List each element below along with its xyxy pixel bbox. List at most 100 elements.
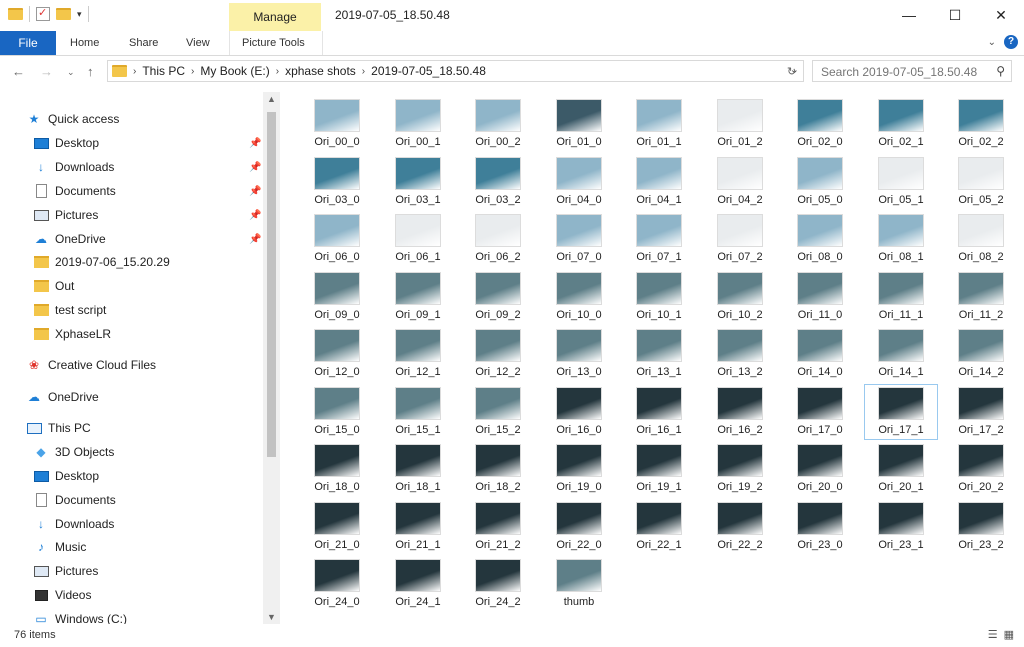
file-item[interactable]: Ori_02_2 xyxy=(944,96,1018,152)
sidebar-item-desktop[interactable]: Desktop xyxy=(33,132,99,154)
scrollbar-thumb[interactable] xyxy=(267,112,276,457)
file-item[interactable]: Ori_04_0 xyxy=(542,154,616,210)
search-input[interactable] xyxy=(819,62,993,82)
file-item[interactable]: Ori_09_0 xyxy=(300,269,374,325)
file-item[interactable]: Ori_02_0 xyxy=(783,96,857,152)
file-item[interactable]: Ori_17_2 xyxy=(944,384,1018,440)
back-arrow-icon[interactable]: ← xyxy=(12,64,25,79)
file-item[interactable]: Ori_19_1 xyxy=(622,441,696,497)
scroll-down-icon[interactable]: ▼ xyxy=(267,612,276,622)
search-box[interactable]: ⚲ xyxy=(812,60,1012,82)
file-item[interactable]: Ori_20_2 xyxy=(944,441,1018,497)
tab-home[interactable]: Home xyxy=(58,31,111,55)
sidebar-item-creative-cloud[interactable]: ❀ Creative Cloud Files xyxy=(26,354,156,376)
file-item[interactable]: Ori_14_2 xyxy=(944,326,1018,382)
file-item[interactable]: Ori_10_2 xyxy=(703,269,777,325)
file-item[interactable]: Ori_22_1 xyxy=(622,499,696,555)
file-item[interactable]: Ori_22_2 xyxy=(703,499,777,555)
file-item[interactable]: Ori_02_1 xyxy=(864,96,938,152)
large-icons-view-icon[interactable]: ▦ xyxy=(1004,628,1014,641)
file-item[interactable]: Ori_21_0 xyxy=(300,499,374,555)
breadcrumb-my-book[interactable]: My Book (E:) xyxy=(200,64,269,78)
file-item[interactable]: Ori_12_1 xyxy=(381,326,455,382)
sidebar-item-onedrive-quick[interactable]: ☁ OneDrive xyxy=(33,228,106,250)
close-button[interactable]: ✕ xyxy=(978,0,1024,31)
file-item[interactable]: Ori_04_1 xyxy=(622,154,696,210)
file-item[interactable]: Ori_09_1 xyxy=(381,269,455,325)
up-arrow-icon[interactable]: ↑ xyxy=(87,64,94,79)
file-item[interactable]: Ori_07_2 xyxy=(703,211,777,267)
file-item[interactable]: Ori_15_0 xyxy=(300,384,374,440)
file-item[interactable]: Ori_23_2 xyxy=(944,499,1018,555)
file-item[interactable]: Ori_20_0 xyxy=(783,441,857,497)
pin-icon[interactable]: 📌 xyxy=(249,138,261,149)
file-item[interactable]: Ori_10_1 xyxy=(622,269,696,325)
file-item[interactable]: Ori_04_2 xyxy=(703,154,777,210)
file-item[interactable]: Ori_08_0 xyxy=(783,211,857,267)
sidebar-item-downloads[interactable]: ↓ Downloads xyxy=(33,156,114,178)
file-item[interactable]: Ori_12_0 xyxy=(300,326,374,382)
breadcrumb-this-pc[interactable]: This PC xyxy=(142,64,185,78)
file-item[interactable]: Ori_10_0 xyxy=(542,269,616,325)
file-item[interactable]: Ori_06_2 xyxy=(461,211,535,267)
file-item[interactable]: Ori_08_1 xyxy=(864,211,938,267)
file-item[interactable]: Ori_01_2 xyxy=(703,96,777,152)
scroll-up-icon[interactable]: ▲ xyxy=(267,94,276,104)
sidebar-item-documents[interactable]: Documents xyxy=(33,180,116,202)
breadcrumb-chevron-icon[interactable]: › xyxy=(191,66,194,77)
file-item[interactable]: Ori_08_2 xyxy=(944,211,1018,267)
minimize-button[interactable]: — xyxy=(886,0,932,31)
sidebar-item-3d-objects[interactable]: ◆ 3D Objects xyxy=(33,441,114,463)
file-item[interactable]: Ori_17_1 xyxy=(864,384,938,440)
file-item[interactable]: Ori_16_0 xyxy=(542,384,616,440)
file-item[interactable]: Ori_01_1 xyxy=(622,96,696,152)
help-icon[interactable]: ? xyxy=(1004,35,1018,49)
file-item[interactable]: Ori_18_1 xyxy=(381,441,455,497)
tab-manage[interactable]: Manage xyxy=(229,3,321,31)
sidebar-item-folder-2019-07-06[interactable]: 2019-07-06_15.20.29 xyxy=(33,251,170,273)
sidebar-item-xphaselr[interactable]: XphaseLR xyxy=(33,323,111,345)
file-item[interactable]: Ori_23_0 xyxy=(783,499,857,555)
refresh-icon[interactable]: ↻ xyxy=(787,65,796,78)
file-item[interactable]: Ori_14_0 xyxy=(783,326,857,382)
sidebar-item-windows-c[interactable]: ▭ Windows (C:) xyxy=(33,608,127,624)
file-item[interactable]: Ori_17_0 xyxy=(783,384,857,440)
file-item[interactable]: Ori_01_0 xyxy=(542,96,616,152)
sidebar-item-pc-pictures[interactable]: Pictures xyxy=(33,560,98,582)
file-item[interactable]: Ori_21_1 xyxy=(381,499,455,555)
file-item[interactable]: Ori_11_2 xyxy=(944,269,1018,325)
sidebar-item-videos[interactable]: Videos xyxy=(33,584,91,606)
file-item[interactable]: Ori_20_1 xyxy=(864,441,938,497)
forward-arrow-icon[interactable]: → xyxy=(40,64,53,79)
file-item[interactable]: Ori_14_1 xyxy=(864,326,938,382)
file-item[interactable]: Ori_00_0 xyxy=(300,96,374,152)
file-item[interactable]: Ori_18_2 xyxy=(461,441,535,497)
breadcrumb-chevron-icon[interactable]: › xyxy=(362,66,365,77)
sidebar-item-pc-desktop[interactable]: Desktop xyxy=(33,465,99,487)
file-item[interactable]: Ori_05_0 xyxy=(783,154,857,210)
sidebar-item-test-script[interactable]: test script xyxy=(33,299,106,321)
file-item[interactable]: Ori_00_1 xyxy=(381,96,455,152)
file-item[interactable]: Ori_19_0 xyxy=(542,441,616,497)
file-item[interactable]: Ori_22_0 xyxy=(542,499,616,555)
sidebar-item-music[interactable]: ♪ Music xyxy=(33,536,86,558)
pin-icon[interactable]: 📌 xyxy=(249,186,261,197)
recent-locations-chevron-icon[interactable]: ⌄ xyxy=(67,67,75,78)
sidebar-item-pictures[interactable]: Pictures xyxy=(33,204,98,226)
breadcrumb-chevron-icon[interactable]: › xyxy=(133,66,136,77)
pin-icon[interactable]: 📌 xyxy=(249,234,261,245)
details-view-icon[interactable]: ☰ xyxy=(988,628,998,641)
file-item[interactable]: Ori_16_1 xyxy=(622,384,696,440)
file-item[interactable]: Ori_06_0 xyxy=(300,211,374,267)
tab-picture-tools[interactable]: Picture Tools xyxy=(229,31,323,55)
file-item[interactable]: Ori_05_2 xyxy=(944,154,1018,210)
breadcrumb-chevron-icon[interactable]: › xyxy=(276,66,279,77)
file-item[interactable]: Ori_09_2 xyxy=(461,269,535,325)
file-item[interactable]: Ori_03_0 xyxy=(300,154,374,210)
sidebar-scrollbar[interactable]: ▲ ▼ xyxy=(263,92,280,624)
sidebar-item-pc-downloads[interactable]: ↓ Downloads xyxy=(33,513,114,535)
file-item[interactable]: Ori_13_0 xyxy=(542,326,616,382)
search-icon[interactable]: ⚲ xyxy=(996,64,1005,78)
breadcrumb-current-folder[interactable]: 2019-07-05_18.50.48 xyxy=(371,64,486,78)
properties-icon[interactable] xyxy=(36,6,50,21)
